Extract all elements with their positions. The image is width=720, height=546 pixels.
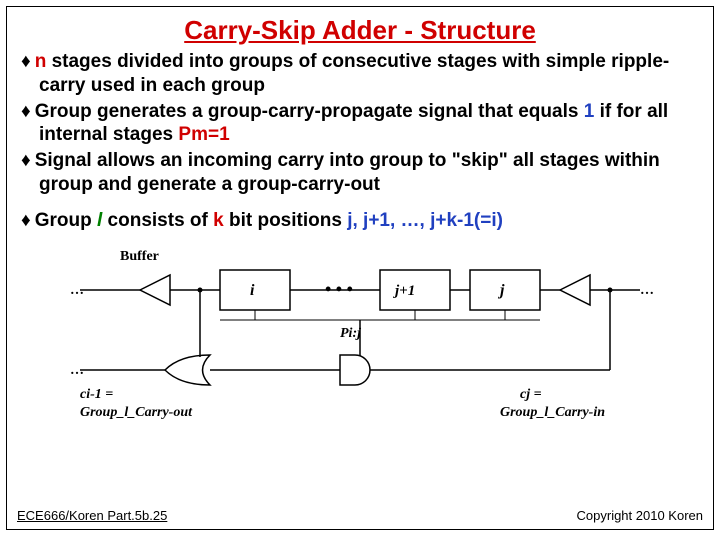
ellipsis-right: … bbox=[640, 283, 654, 298]
cj-label: cj = bbox=[520, 387, 542, 402]
bullet-1-text: stages divided into groups of consecutiv… bbox=[39, 51, 669, 96]
bullet-4b: consists of bbox=[102, 210, 213, 231]
bullet-4-j: j, j+1, …, j+k-1(=i) bbox=[347, 210, 503, 231]
bullet-3-text: Signal allows an incoming carry into gro… bbox=[35, 150, 660, 195]
buffer-left-icon bbox=[140, 275, 170, 305]
buffer-label: Buffer bbox=[120, 249, 159, 264]
ellipsis-left: … bbox=[70, 283, 84, 298]
ci-minus-label: ci-1 = bbox=[80, 387, 113, 402]
bullet-2-one: 1 bbox=[584, 101, 595, 122]
bullet-3: ♦Signal allows an incoming carry into gr… bbox=[21, 149, 699, 197]
bullet-4a: Group bbox=[35, 210, 97, 231]
bullet-icon: ♦ bbox=[21, 150, 31, 171]
group-out-label: Group_l_Carry-out bbox=[80, 405, 193, 420]
bullet-icon: ♦ bbox=[21, 210, 31, 231]
stage-i-label: i bbox=[250, 282, 255, 299]
bullet-2-pm: Pm bbox=[178, 124, 208, 145]
bullet-icon: ♦ bbox=[21, 51, 31, 72]
carry-skip-diagram: … Buffer i • • • j+1 j … bbox=[60, 240, 660, 420]
bullet-1: ♦n stages divided into groups of consecu… bbox=[21, 50, 699, 98]
ellipsis-out: … bbox=[70, 363, 84, 378]
bullet-4: ♦Group l consists of k bit positions j, … bbox=[21, 209, 699, 233]
stage-box-j bbox=[470, 270, 540, 310]
bullet-2a: Group generates a group-carry-propagate … bbox=[35, 101, 584, 122]
group-in-label: Group_l_Carry-in bbox=[500, 405, 605, 420]
bullet-2-eq1: =1 bbox=[208, 124, 230, 145]
content-area: ♦n stages divided into groups of consecu… bbox=[7, 46, 713, 420]
bullet-1-n: n bbox=[35, 51, 47, 72]
footer-right: Copyright 2010 Koren bbox=[577, 508, 703, 523]
or-gate-icon bbox=[165, 355, 210, 385]
bullet-2: ♦Group generates a group-carry-propagate… bbox=[21, 100, 699, 148]
bullet-icon: ♦ bbox=[21, 101, 31, 122]
stage-dots: • • • bbox=[325, 279, 353, 299]
stage-box-i bbox=[220, 270, 290, 310]
bullet-4-k: k bbox=[213, 210, 224, 231]
and-gate-icon bbox=[340, 355, 370, 385]
stage-j1-label: j+1 bbox=[393, 283, 415, 299]
footer-left: ECE666/Koren Part.5b.25 bbox=[17, 508, 167, 523]
slide-frame: Carry-Skip Adder - Structure ♦n stages d… bbox=[6, 6, 714, 530]
buffer-right-icon bbox=[560, 275, 590, 305]
bullet-4c: bit positions bbox=[224, 210, 348, 231]
slide-title: Carry-Skip Adder - Structure bbox=[7, 15, 713, 46]
pij-label: Pi:j bbox=[340, 326, 361, 341]
